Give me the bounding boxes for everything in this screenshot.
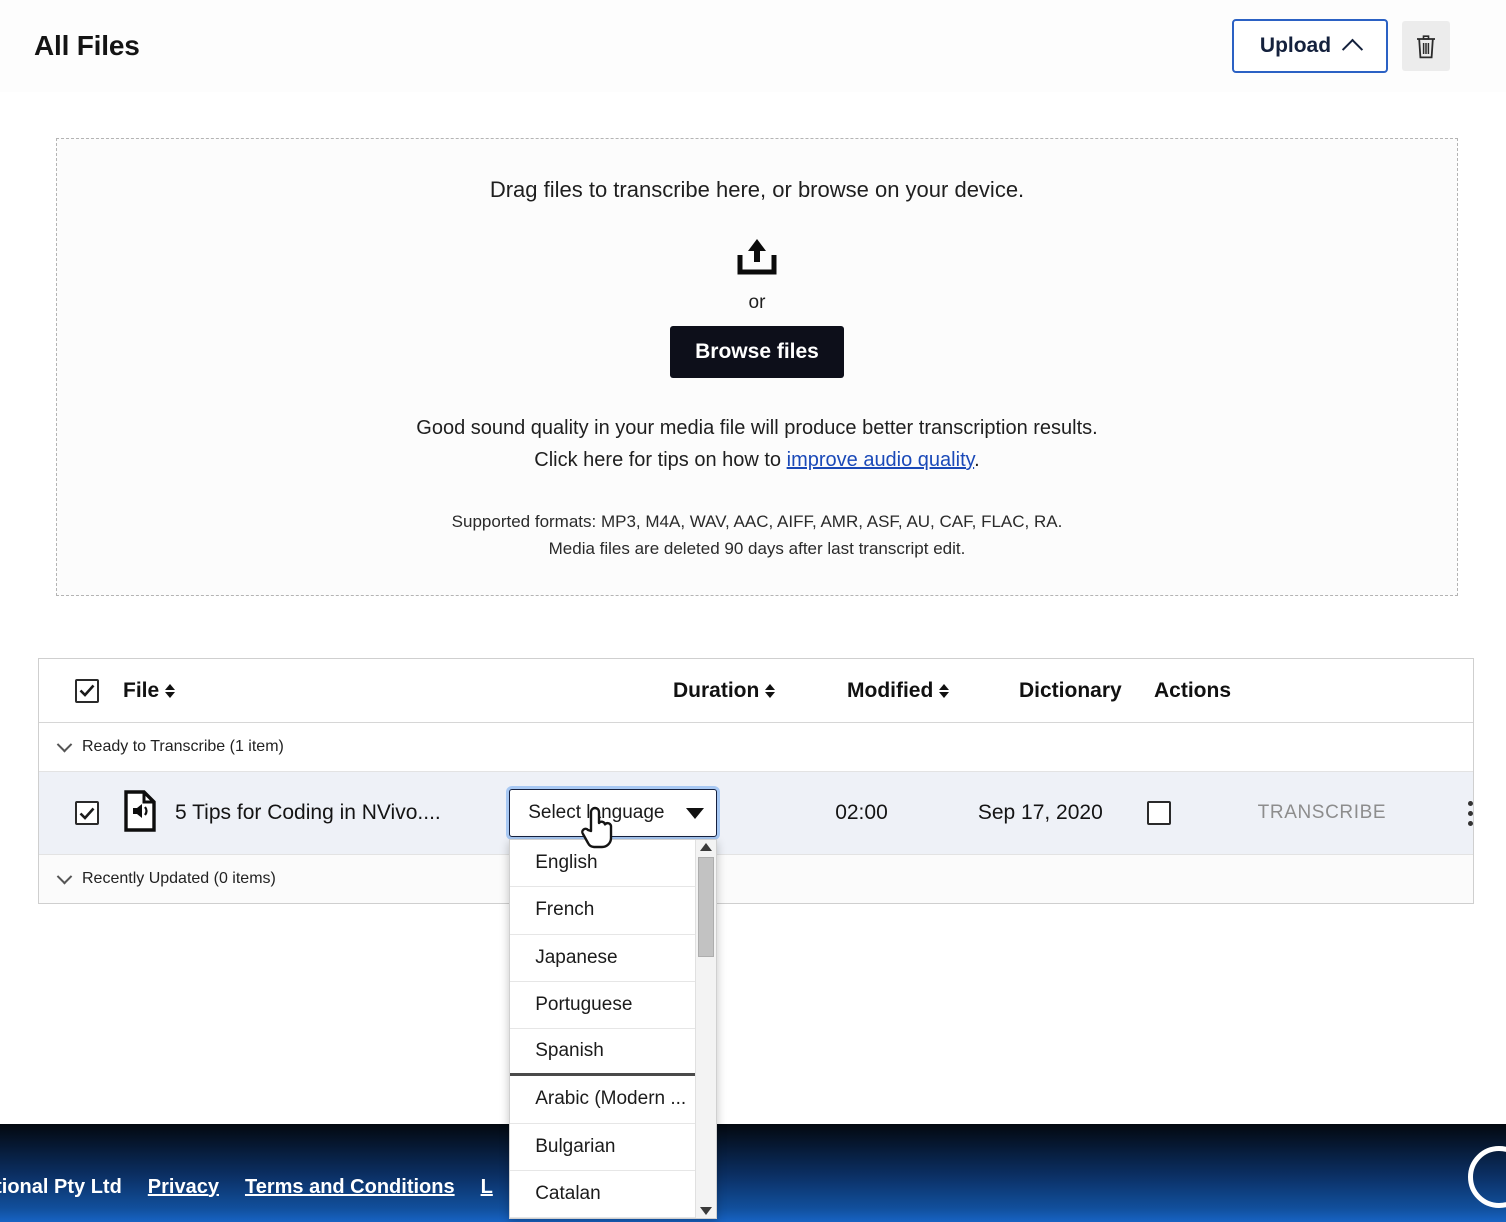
browse-files-button[interactable]: Browse files [670, 326, 844, 378]
files-table: File Duration Modified Dictionary Action… [38, 658, 1474, 1219]
language-option-portuguese[interactable]: Portuguese [510, 981, 696, 1029]
language-options-menu[interactable]: English French Japanese Portuguese Spani… [509, 839, 718, 1219]
file-dropzone[interactable]: Drag files to transcribe here, or browse… [56, 138, 1458, 596]
dropzone-quality-text: Good sound quality in your media file wi… [416, 412, 1097, 476]
language-select-wrapper: Select language English French Japanese … [509, 789, 718, 1219]
group-header-label: Ready to Transcribe (1 item) [82, 738, 284, 755]
scrollbar-thumb[interactable] [698, 857, 715, 957]
improve-audio-quality-link[interactable]: improve audio quality [787, 449, 975, 471]
language-option-french[interactable]: French [510, 887, 696, 935]
column-header-duration-label: Duration [673, 678, 760, 702]
dropzone-formats-text: Supported formats: MP3, M4A, WAV, AAC, A… [452, 508, 1063, 562]
language-option-spanish[interactable]: Spanish [510, 1029, 696, 1077]
language-option-arabic[interactable]: Arabic (Modern ... [510, 1076, 696, 1124]
scroll-up-arrow-icon[interactable] [700, 843, 713, 851]
footer-copyright: rnational Pty Ltd [0, 1175, 122, 1198]
quality-line-1: Good sound quality in your media file wi… [416, 417, 1098, 439]
actions-cell: TRANSCRIBE [1258, 802, 1468, 824]
transcription-files-page: All Files Upload Drag files to transcrib… [0, 0, 1506, 1222]
table-row[interactable]: 5 Tips for Coding in NVivo.... Select la… [39, 771, 1474, 1219]
column-header-file-label: File [123, 678, 160, 702]
language-option-bulgarian[interactable]: Bulgarian [510, 1123, 696, 1171]
audio-file-icon [123, 789, 157, 837]
footer-link-privacy[interactable]: Privacy [148, 1176, 219, 1199]
sort-arrows-icon [765, 683, 776, 698]
check-icon [79, 807, 95, 820]
caret-down-icon [686, 807, 705, 819]
row-select-checkbox[interactable] [75, 801, 99, 825]
dropzone-or-label: or [748, 292, 766, 313]
page-footer: rnational Pty Ltd Privacy Terms and Cond… [0, 1124, 1506, 1222]
language-select-value: Select language [528, 802, 665, 823]
chevron-up-icon [1341, 38, 1364, 60]
scrollbar-track[interactable] [696, 851, 716, 1207]
language-options-list: English French Japanese Portuguese Spani… [510, 840, 696, 1218]
column-header-actions: Actions [1154, 679, 1473, 703]
quality-line-2-suffix: . [974, 449, 980, 471]
column-header-actions-label: Actions [1154, 678, 1232, 702]
language-menu-scrollbar[interactable] [695, 840, 717, 1218]
dictionary-cell [1147, 801, 1258, 825]
column-header-dictionary: Dictionary [1019, 679, 1154, 703]
sort-arrows-icon [165, 683, 176, 698]
column-header-duration[interactable]: Duration [673, 679, 847, 703]
group-header-recently-updated[interactable]: Recently Updated (0 items) [39, 855, 1473, 903]
delete-button[interactable] [1402, 21, 1450, 71]
upload-tray-icon [734, 235, 780, 282]
group-header-label: Recently Updated (0 items) [82, 870, 276, 887]
file-name-label: 5 Tips for Coding in NVivo.... [175, 801, 441, 824]
footer-link-terms[interactable]: Terms and Conditions [245, 1176, 455, 1199]
supported-formats-line: Supported formats: MP3, M4A, WAV, AAC, A… [451, 512, 1063, 531]
retention-line: Media files are deleted 90 days after la… [548, 539, 966, 558]
quality-line-2-prefix: Click here for tips on how to [534, 449, 787, 471]
chevron-down-icon [56, 868, 73, 884]
language-select[interactable]: Select language [509, 789, 718, 837]
table-header-row: File Duration Modified Dictionary Action… [39, 659, 1473, 723]
sort-arrows-icon [939, 683, 950, 698]
check-icon [79, 684, 95, 697]
help-circle-icon[interactable] [1468, 1146, 1506, 1208]
duration-cell: 02:00 [835, 801, 888, 824]
modified-cell: Sep 17, 2020 [977, 801, 1103, 824]
page-header: All Files Upload [0, 0, 1506, 92]
upload-button-label: Upload [1259, 34, 1332, 57]
language-option-catalan[interactable]: Catalan [510, 1170, 696, 1218]
chevron-down-icon [56, 736, 73, 752]
transcribe-button[interactable]: TRANSCRIBE [1258, 802, 1386, 823]
upload-button[interactable]: Upload [1232, 19, 1388, 73]
scroll-down-arrow-icon[interactable] [700, 1207, 713, 1215]
column-header-dictionary-label: Dictionary [1019, 678, 1122, 702]
column-header-modified-label: Modified [847, 678, 934, 702]
column-header-file[interactable]: File [99, 679, 673, 703]
language-option-english[interactable]: English [510, 840, 696, 888]
language-option-japanese[interactable]: Japanese [510, 934, 696, 982]
kebab-menu-icon[interactable] [1468, 800, 1474, 826]
column-header-modified[interactable]: Modified [847, 679, 1019, 703]
page-title: All Files [34, 30, 140, 61]
trash-icon [1417, 34, 1435, 58]
dictionary-checkbox[interactable] [1147, 801, 1172, 825]
footer-links: rnational Pty Ltd Privacy Terms and Cond… [0, 1176, 575, 1199]
group-header-ready-to-transcribe[interactable]: Ready to Transcribe (1 item) [39, 723, 1473, 771]
footer-link-licence[interactable]: L [481, 1176, 493, 1199]
dropzone-headline: Drag files to transcribe here, or browse… [489, 177, 1025, 202]
select-all-checkbox[interactable] [75, 678, 99, 703]
